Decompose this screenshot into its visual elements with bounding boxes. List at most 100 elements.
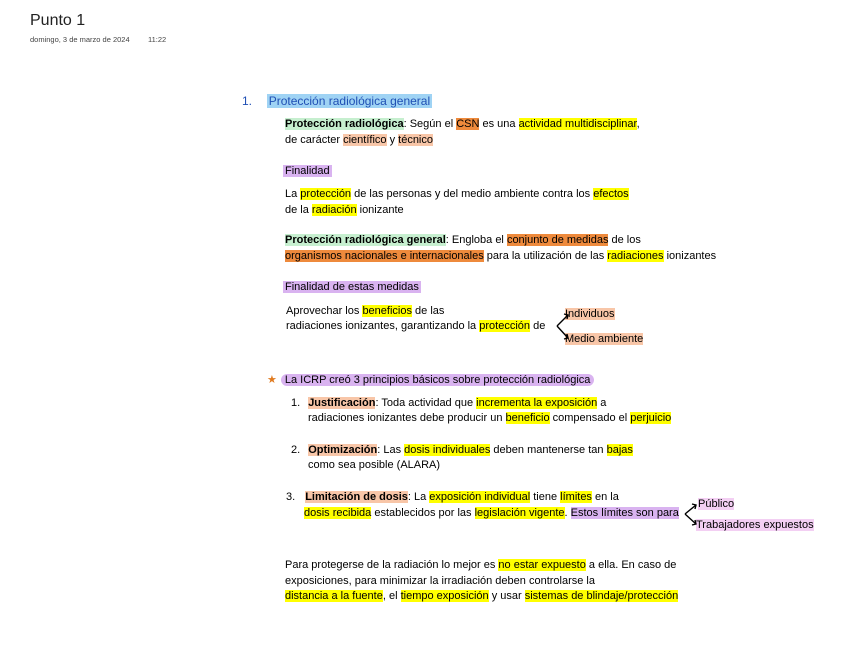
text: ionizante bbox=[356, 204, 404, 216]
text: , el bbox=[382, 590, 401, 602]
text: para la utilización de las bbox=[483, 250, 608, 262]
text: . bbox=[564, 507, 571, 519]
text: de carácter bbox=[285, 134, 344, 146]
branch-arrows-icon bbox=[684, 503, 697, 526]
finalidad-line2: de la radiación ionizante bbox=[285, 203, 404, 218]
text: compensado el bbox=[549, 412, 631, 424]
text: : Las bbox=[377, 444, 405, 456]
keyword-highlight: dosis recibida bbox=[304, 507, 372, 519]
text: y bbox=[386, 134, 399, 146]
closing-line2: exposiciones, para minimizar la irradiac… bbox=[285, 574, 595, 589]
text: de las bbox=[411, 305, 445, 317]
scientific-highlight: científico bbox=[343, 134, 387, 146]
page-time: 11:22 bbox=[148, 35, 167, 44]
limitacion-term: Limitación de dosis bbox=[305, 491, 408, 503]
technical-highlight: técnico bbox=[398, 134, 433, 146]
text: : Toda actividad que bbox=[375, 397, 477, 409]
keyword-highlight: límites bbox=[560, 491, 592, 503]
def2-line1: Protección radiológica general: Engloba … bbox=[285, 233, 641, 248]
text: de los bbox=[608, 234, 641, 246]
keyword-highlight: perjuicio bbox=[630, 412, 672, 424]
finalidad-line1: La protección de las personas y del medi… bbox=[285, 187, 629, 202]
effects-highlight: efectos bbox=[593, 188, 629, 200]
medidas-line2: radiaciones ionizantes, garantizando la … bbox=[286, 319, 545, 334]
text: radiaciones ionizantes debe producir un bbox=[308, 412, 506, 424]
star-icon: ★ bbox=[267, 374, 277, 386]
text: a bbox=[597, 397, 607, 409]
def2-term: Protección radiológica general bbox=[285, 234, 446, 246]
closing-line3: distancia a la fuente, el tiempo exposic… bbox=[285, 589, 679, 604]
trabajadores-label: Trabajadores expuestos bbox=[696, 519, 814, 531]
text: Aprovechar los bbox=[286, 305, 363, 317]
keyword-highlight: no estar expuesto bbox=[498, 559, 586, 571]
principle-1-line1: 1. Justificación: Toda actividad que incr… bbox=[291, 396, 606, 411]
publico-label: Público bbox=[698, 498, 735, 510]
icrp-heading: ★ La ICRP creó 3 principios básicos sobre… bbox=[267, 373, 595, 388]
keyword-highlight: bajas bbox=[606, 444, 633, 456]
text: : La bbox=[407, 491, 430, 503]
finalidad-medidas-label-text: Finalidad de estas medidas bbox=[283, 281, 421, 293]
medidas-line1: Aprovechar los beneficios de las bbox=[286, 304, 444, 319]
text: en la bbox=[591, 491, 619, 503]
principle-number: 3. bbox=[286, 491, 296, 503]
principle-1-line2: radiaciones ionizantes debe producir un … bbox=[308, 411, 672, 426]
principle-number: 1. bbox=[291, 397, 301, 409]
principle-number: 2. bbox=[291, 444, 301, 456]
branch-medio-ambiente: Medio ambiente bbox=[565, 332, 644, 347]
text: a ella. En caso de bbox=[585, 559, 677, 571]
branch-individuos: Individuos bbox=[565, 307, 615, 322]
text: establecidos por las bbox=[371, 507, 475, 519]
text: y usar bbox=[488, 590, 525, 602]
text: exposiciones, para minimizar la irradiac… bbox=[285, 575, 595, 587]
branch-trabajadores: Trabajadores expuestos bbox=[696, 518, 814, 533]
benefits-highlight: beneficios bbox=[362, 305, 412, 317]
medio-ambiente-label: Medio ambiente bbox=[565, 333, 644, 345]
text: tiene bbox=[530, 491, 561, 503]
section-heading: 1. Protección radiológica general bbox=[242, 94, 433, 108]
keyword-highlight: beneficio bbox=[505, 412, 550, 424]
keyword-highlight: dosis individuales bbox=[404, 444, 491, 456]
section-number: 1. bbox=[242, 94, 253, 108]
keyword-highlight: exposición individual bbox=[429, 491, 531, 503]
text: La bbox=[285, 188, 301, 200]
def1-line2: de carácter científico y técnico bbox=[285, 133, 433, 148]
page-title[interactable]: Punto 1 bbox=[30, 12, 85, 30]
keyword-highlight: incrementa la exposición bbox=[476, 397, 598, 409]
limits-for-highlight: Estos límites son para bbox=[570, 507, 679, 519]
def1-line1: Protección radiológica: Según el CSN es … bbox=[285, 117, 640, 132]
radiation-highlight: radiación bbox=[311, 204, 357, 216]
protection-highlight: protección bbox=[479, 320, 531, 332]
keyword-highlight: legislación vigente bbox=[474, 507, 565, 519]
closing-line1: Para protegerse de la radiación lo mejor… bbox=[285, 558, 676, 573]
text: radiaciones ionizantes, garantizando la bbox=[286, 320, 480, 332]
text: de bbox=[530, 320, 546, 332]
keyword-highlight: distancia a la fuente bbox=[285, 590, 383, 602]
radiations-highlight: radiaciones bbox=[607, 250, 664, 262]
text: de las personas y del medio ambiente con… bbox=[351, 188, 594, 200]
text: Para protegerse de la radiación lo mejor… bbox=[285, 559, 499, 571]
text: de la bbox=[285, 204, 312, 216]
text: es una bbox=[479, 118, 519, 130]
finalidad-medidas-label: Finalidad de estas medidas bbox=[283, 280, 421, 295]
protection-highlight: protección bbox=[300, 188, 352, 200]
section-title: Protección radiológica general bbox=[266, 94, 433, 108]
branch-publico: Público bbox=[698, 497, 735, 512]
optimizacion-term: Optimización bbox=[308, 444, 378, 456]
page-date: domingo, 3 de marzo de 2024 bbox=[30, 35, 130, 44]
justificacion-term: Justificación bbox=[308, 397, 376, 409]
text: , bbox=[636, 118, 640, 130]
branch-arrows-icon bbox=[556, 313, 569, 340]
def1-term: Protección radiológica bbox=[285, 118, 404, 130]
principle-3-line2: dosis recibida establecidos por las legi… bbox=[304, 506, 679, 521]
principle-2-line1: 2. Optimización: Las dosis individuales d… bbox=[291, 443, 633, 458]
text: como sea posible (ALARA) bbox=[308, 459, 441, 471]
text: ionizantes bbox=[663, 250, 717, 262]
text: : Engloba el bbox=[445, 234, 507, 246]
principle-3-line1: 3. Limitación de dosis: La exposición ind… bbox=[286, 490, 619, 505]
finalidad-label: Finalidad bbox=[283, 164, 332, 179]
principle-2-line2: como sea posible (ALARA) bbox=[308, 458, 440, 473]
finalidad-label-text: Finalidad bbox=[283, 165, 332, 177]
keyword-highlight: sistemas de blindaje/protección bbox=[524, 590, 679, 602]
text: deben mantenerse tan bbox=[490, 444, 607, 456]
icrp-label: La ICRP creó 3 principios básicos sobre … bbox=[280, 374, 595, 386]
